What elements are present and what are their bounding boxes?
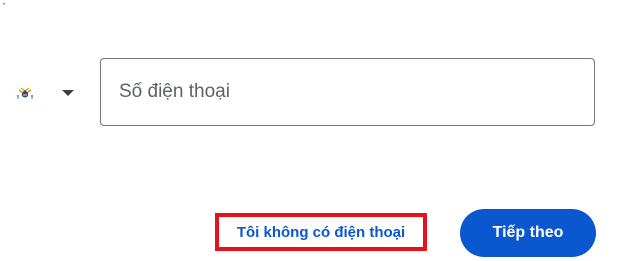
phone-entry-page: · Tôi không có điện thoại Tiếp theo	[0, 0, 631, 261]
corner-mark: ·	[2, 0, 6, 10]
phone-number-input[interactable]	[101, 59, 594, 125]
country-code-select[interactable]	[12, 78, 84, 108]
flag-us-virgin-islands-icon	[12, 85, 38, 101]
phone-number-field[interactable]	[100, 58, 595, 126]
next-button[interactable]: Tiếp theo	[460, 209, 596, 257]
no-phone-link[interactable]: Tôi không có điện thoại	[215, 213, 427, 251]
no-phone-link-label: Tôi không có điện thoại	[236, 223, 406, 241]
caret-down-icon	[62, 90, 74, 96]
